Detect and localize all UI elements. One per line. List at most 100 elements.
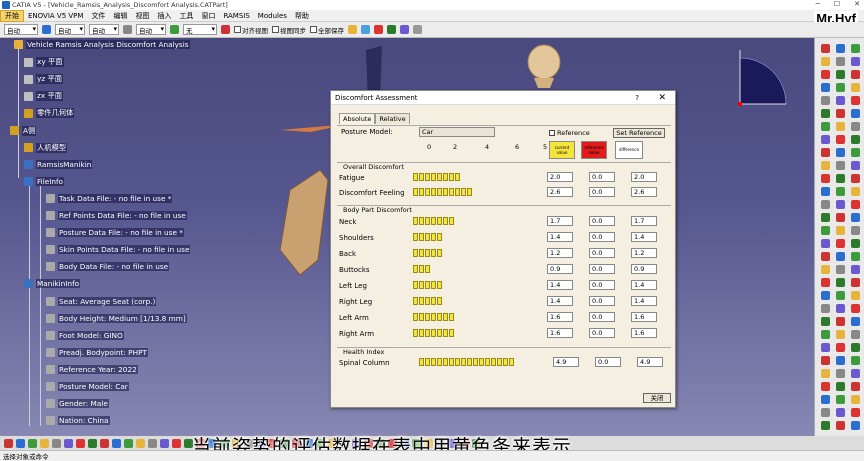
tool-icon[interactable] [821, 70, 830, 79]
tool-icon[interactable] [836, 70, 845, 79]
tool-icon[interactable] [821, 304, 830, 313]
tool-icon[interactable] [836, 343, 845, 352]
tool-icon[interactable] [836, 200, 845, 209]
tree-item[interactable]: 人机模型 [24, 142, 68, 153]
help-button[interactable]: ? [635, 94, 639, 102]
pen-icon[interactable] [42, 25, 51, 34]
tool-icon[interactable] [851, 57, 860, 66]
tool-icon[interactable] [821, 382, 830, 391]
command-icon[interactable] [64, 438, 73, 448]
tool-icon[interactable] [851, 369, 860, 378]
menu-item[interactable]: 工具 [175, 11, 197, 21]
close-dialog-button[interactable]: 关闭 [643, 393, 671, 403]
menu-item[interactable]: ENOVIA V5 VPM [24, 12, 87, 20]
menu-item[interactable]: 帮助 [291, 11, 313, 21]
menu-item[interactable]: 文件 [87, 11, 109, 21]
tool-icon[interactable] [836, 174, 845, 183]
tool-icon[interactable] [851, 252, 860, 261]
tree-item[interactable]: Posture Data File: - no file in use * [46, 228, 184, 238]
sync-view-checkbox[interactable]: 视图同步 [272, 25, 306, 35]
command-icon[interactable] [76, 438, 85, 448]
tool-icon[interactable] [851, 187, 860, 196]
tool-icon[interactable] [821, 200, 830, 209]
tool-icon[interactable] [836, 330, 845, 339]
tree-item[interactable]: Ref Points Data File: - no file in use [46, 211, 187, 220]
tool-icon[interactable] [851, 122, 860, 131]
tool-icon[interactable] [836, 278, 845, 287]
tree-item[interactable]: Reference Year: 2022 [46, 364, 138, 374]
tool-icon[interactable] [836, 148, 845, 157]
tool-icon[interactable] [851, 135, 860, 144]
tool-icon[interactable] [851, 265, 860, 274]
command-icon[interactable] [172, 438, 181, 448]
tool-icon[interactable] [836, 265, 845, 274]
tool-icon[interactable] [836, 122, 845, 131]
save-all-checkbox[interactable]: 全部保存 [310, 25, 344, 35]
options-icon[interactable] [413, 25, 422, 34]
command-icon[interactable] [4, 438, 13, 448]
tree-item[interactable]: Preadj. Bodypoint: PHPT [46, 347, 148, 357]
menu-item[interactable]: Modules [254, 12, 291, 20]
command-icon[interactable] [52, 438, 61, 448]
tool-icon[interactable] [387, 25, 396, 34]
menu-item[interactable]: 视图 [131, 11, 153, 21]
tree-item[interactable]: RamsisManikin [24, 159, 93, 169]
menu-item[interactable]: RAMSIS [219, 12, 253, 20]
tool-icon[interactable] [821, 317, 830, 326]
tool-icon[interactable] [821, 278, 830, 287]
tool-icon[interactable] [851, 83, 860, 92]
tool-icon[interactable] [821, 252, 830, 261]
tool-icon[interactable] [821, 148, 830, 157]
command-icon[interactable] [160, 438, 169, 448]
api-icon[interactable] [361, 25, 370, 34]
tool-icon[interactable] [836, 421, 845, 430]
tool-icon[interactable] [836, 187, 845, 196]
menu-item[interactable]: 开始 [0, 9, 24, 22]
tool-icon[interactable] [851, 421, 860, 430]
tool-icon[interactable] [851, 161, 860, 170]
tool-icon[interactable] [821, 187, 830, 196]
tool-icon[interactable] [821, 265, 830, 274]
tool-icon[interactable] [851, 330, 860, 339]
tool-icon[interactable] [821, 421, 830, 430]
tool-icon[interactable] [851, 70, 860, 79]
tool-icon[interactable] [836, 83, 845, 92]
tool-icon[interactable] [851, 96, 860, 105]
menu-item[interactable]: 编辑 [109, 11, 131, 21]
tool-icon[interactable] [851, 408, 860, 417]
tool-icon[interactable] [821, 291, 830, 300]
reference-checkbox[interactable]: Reference [549, 129, 590, 137]
command-icon[interactable] [28, 438, 37, 448]
tool-icon[interactable] [851, 44, 860, 53]
snap-icon[interactable] [221, 25, 230, 34]
tool-icon[interactable] [836, 408, 845, 417]
command-icon[interactable] [100, 438, 109, 448]
command-icon[interactable] [112, 438, 121, 448]
tool-icon[interactable] [821, 57, 830, 66]
tree-item[interactable]: yz 平面 [24, 74, 64, 85]
tool-icon[interactable] [821, 408, 830, 417]
tool-icon[interactable] [836, 304, 845, 313]
tree-item[interactable]: zx 平面 [24, 91, 64, 102]
command-icon[interactable] [148, 438, 157, 448]
tool-icon[interactable] [851, 395, 860, 404]
tree-item[interactable]: Seat: Average Seat (corp.) [46, 296, 157, 306]
tree-root[interactable]: Vehicle Ramsis Analysis Discomfort Analy… [14, 40, 190, 49]
tree-item[interactable]: Gender: Male [46, 399, 109, 409]
tool-icon[interactable] [836, 135, 845, 144]
tool-icon[interactable] [851, 382, 860, 391]
view-icon[interactable] [400, 25, 409, 34]
tree-item[interactable]: Nation: China [46, 416, 110, 426]
tool-icon[interactable] [851, 356, 860, 365]
tree-item[interactable]: FileInfo [24, 176, 65, 186]
toolbar-combo-4[interactable]: 自动 [136, 24, 166, 35]
tab-relative[interactable]: Relative [375, 113, 410, 124]
macro-icon[interactable] [374, 25, 383, 34]
tool-icon[interactable] [821, 226, 830, 235]
command-icon[interactable] [124, 438, 133, 448]
tool-icon[interactable] [836, 213, 845, 222]
tool-icon[interactable] [821, 369, 830, 378]
tree-item[interactable]: Foot Model: GINO [46, 330, 124, 340]
tool-icon[interactable] [821, 122, 830, 131]
tool-icon[interactable] [836, 395, 845, 404]
